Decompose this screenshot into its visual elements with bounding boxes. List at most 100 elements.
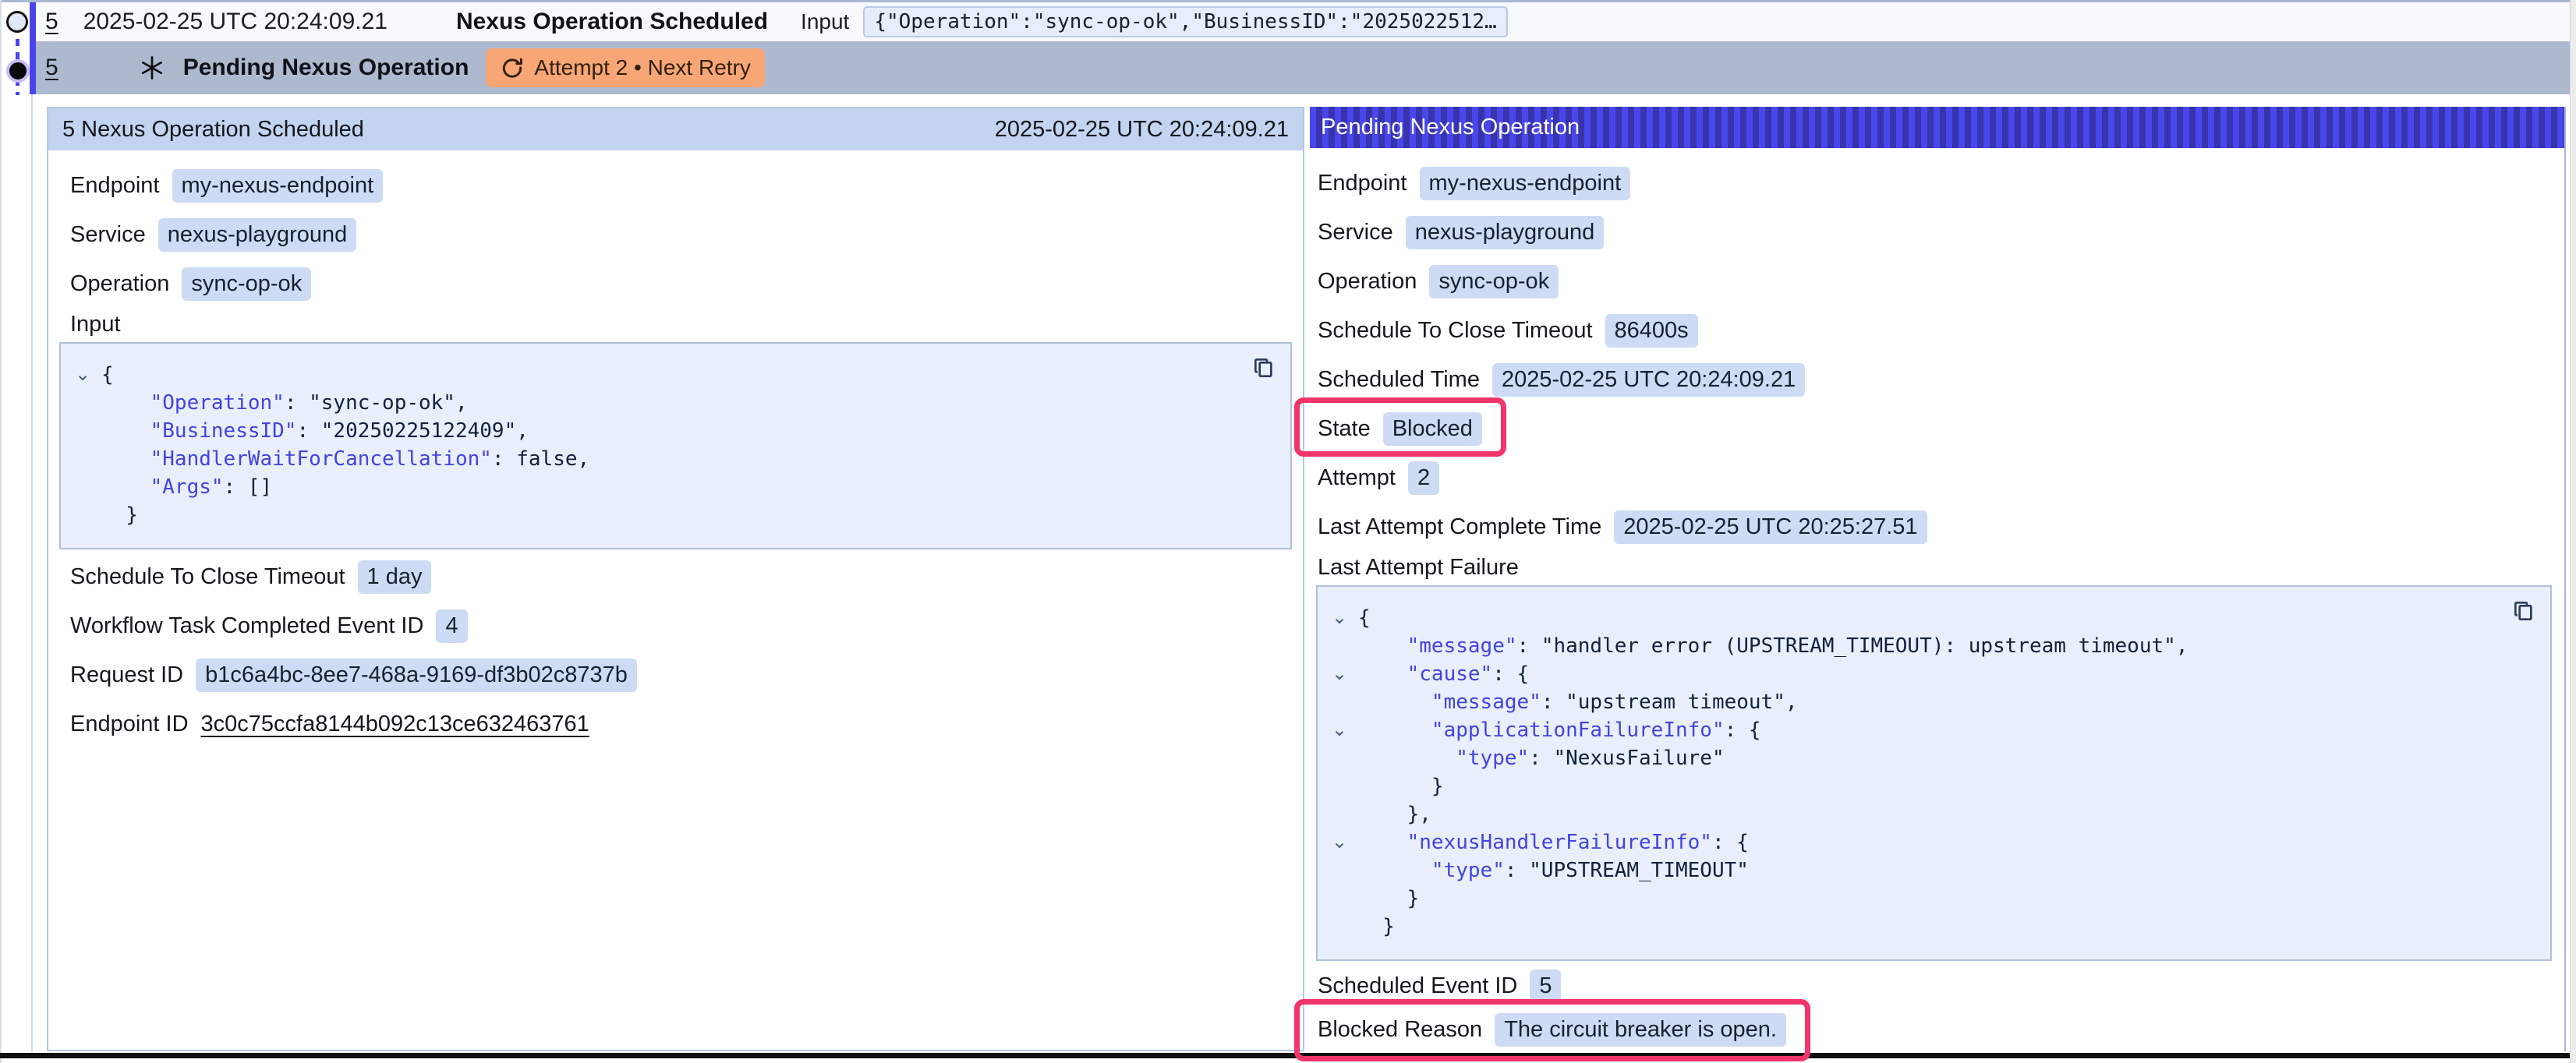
event-detail-panel-scheduled: 5 Nexus Operation Scheduled 2025-02-25 U… (47, 107, 1304, 1051)
field-row: Endpoint my-nexus-endpoint (48, 161, 1303, 210)
scheduled-panel-header: 5 Nexus Operation Scheduled 2025-02-25 U… (48, 108, 1303, 150)
json-line: "HandlerWaitForCancellation": false, (73, 445, 1244, 473)
input-json-viewer: ⌄{ "Operation": "sync-op-ok", "BusinessI… (59, 342, 1292, 549)
field-row: Operation sync-op-ok (48, 260, 1303, 309)
field-value-chip: The circuit breaker is open. (1495, 1013, 1786, 1047)
json-line: ⌄ "applicationFailureInfo": { (1330, 716, 2503, 744)
json-gutter-spacer (73, 417, 101, 445)
json-code-text: "cause": { (1358, 660, 1529, 688)
collapse-chevron-icon[interactable]: ⌄ (1330, 660, 1358, 688)
event-title: Nexus Operation Scheduled (456, 9, 768, 35)
json-gutter-spacer (1330, 772, 1358, 800)
json-line: } (1330, 913, 2503, 941)
json-line: } (1330, 885, 2503, 913)
json-line: "type": "NexusFailure" (1330, 744, 2503, 772)
copy-icon[interactable] (2510, 598, 2538, 626)
field-label: Schedule To Close Timeout (70, 564, 345, 590)
event-row-nexus-operation-scheduled[interactable]: 5 2025-02-25 UTC 20:24:09.21 Nexus Opera… (36, 2, 2570, 41)
json-line: "Operation": "sync-op-ok", (73, 389, 1244, 417)
field-value-chip: nexus-playground (158, 218, 357, 252)
field-value-chip: 86400s (1605, 314, 1698, 348)
field-value-chip: Blocked (1383, 412, 1482, 446)
field-label: Blocked Reason (1318, 1017, 1482, 1043)
field-row: Endpoint my-nexus-endpoint (1310, 159, 2566, 208)
scheduled-fields-bottom: Schedule To Close Timeout 1 day Workflow… (48, 553, 1303, 749)
json-gutter-spacer (73, 445, 101, 473)
field-value-chip: 5 (1530, 969, 1561, 1003)
copy-icon[interactable] (1250, 355, 1278, 383)
field-row: Request ID b1c6a4bc-8ee7-468a-9169-df3b0… (48, 651, 1303, 700)
json-code-text: } (1358, 913, 1395, 941)
json-code-text: "applicationFailureInfo": { (1358, 716, 1761, 744)
field-row: Service nexus-playground (1310, 208, 2566, 257)
json-line: ⌄{ (1330, 604, 2503, 632)
timeline-gutter-border (31, 94, 33, 1051)
json-line: ⌄ "nexusHandlerFailureInfo": { (1330, 828, 2503, 856)
event-id-link[interactable]: 5 (45, 9, 58, 35)
timeline-node-open-icon[interactable] (6, 11, 28, 33)
left-border (0, 0, 2, 1063)
json-code-text: "type": "UPSTREAM_TIMEOUT" (1358, 856, 1749, 885)
json-gutter-spacer (73, 501, 101, 529)
field-row: Operation sync-op-ok (1310, 257, 2566, 306)
json-line: "BusinessID": "20250225122409", (73, 417, 1244, 445)
retry-icon (500, 55, 525, 80)
input-section-label: Input (48, 309, 1303, 340)
collapse-chevron-icon[interactable]: ⌄ (73, 361, 101, 389)
json-code-text: "nexusHandlerFailureInfo": { (1358, 828, 1749, 856)
field-label: State (1318, 416, 1371, 442)
collapse-chevron-icon[interactable]: ⌄ (1330, 604, 1358, 632)
vertical-scrollbar[interactable] (2570, 0, 2576, 1063)
json-code-text: "Args": [] (101, 473, 272, 501)
pending-fields-bottom: Scheduled Event ID 5 Blocked Reason The … (1310, 964, 2566, 1051)
field-row: Schedule To Close Timeout 86400s (1310, 306, 2566, 355)
field-row: State Blocked (1310, 404, 2566, 454)
field-value-chip: my-nexus-endpoint (1420, 167, 1631, 200)
field-label: Endpoint (1318, 171, 1407, 196)
field-value-chip: 4 (436, 609, 467, 643)
json-gutter-spacer (73, 389, 101, 417)
scheduled-panel-title: 5 Nexus Operation Scheduled (62, 117, 364, 143)
field-label: Attempt (1318, 465, 1396, 491)
field-row: Endpoint ID 3c0c75ccfa8144b092c13ce63246… (48, 700, 1303, 749)
json-line: ⌄ "cause": { (1330, 660, 2503, 688)
field-label: Last Attempt Complete Time (1318, 514, 1601, 540)
json-code-text: } (1358, 885, 1419, 913)
field-row: Blocked Reason The circuit breaker is op… (1310, 1008, 2566, 1051)
json-code-text: }, (1358, 800, 1431, 828)
json-gutter-spacer (1330, 688, 1358, 716)
retry-badge-label: Attempt 2 • Next Retry (534, 55, 750, 80)
field-value-chip: 2 (1408, 461, 1439, 495)
json-code-text: } (1358, 772, 1444, 800)
event-input-label: Input (801, 9, 849, 34)
json-line: } (73, 501, 1244, 529)
field-row: Service nexus-playground (48, 210, 1303, 260)
field-value-link[interactable]: 3c0c75ccfa8144b092c13ce632463761 (201, 712, 589, 737)
timeline-node-filled-icon[interactable] (6, 59, 30, 83)
field-label: Scheduled Event ID (1318, 973, 1517, 999)
pending-fields-top: Endpoint my-nexus-endpoint Service nexus… (1310, 159, 2566, 552)
event-id-link[interactable]: 5 (45, 55, 58, 81)
json-code-text: "HandlerWaitForCancellation": false, (101, 445, 589, 473)
json-gutter-spacer (1330, 885, 1358, 913)
field-value-chip: sync-op-ok (1429, 265, 1559, 298)
field-label: Schedule To Close Timeout (1318, 318, 1593, 344)
field-row: Last Attempt Complete Time 2025-02-25 UT… (1310, 503, 2566, 552)
bottom-divider (0, 1053, 2570, 1058)
json-gutter-spacer (73, 473, 101, 501)
event-row-pending-nexus-operation[interactable]: 5 Pending Nexus Operation Attempt 2 • Ne… (36, 41, 2570, 94)
field-row: Schedule To Close Timeout 1 day (48, 553, 1303, 602)
selected-event-indicator-bar (30, 2, 36, 94)
pending-event-title: Pending Nexus Operation (183, 55, 469, 81)
collapse-chevron-icon[interactable]: ⌄ (1330, 716, 1358, 744)
json-code-text: "Operation": "sync-op-ok", (101, 389, 468, 417)
field-row: Scheduled Event ID 5 (1310, 964, 2566, 1008)
field-label: Request ID (70, 662, 183, 688)
pending-panel-header: Pending Nexus Operation (1310, 107, 2566, 148)
collapse-chevron-icon[interactable]: ⌄ (1330, 828, 1358, 856)
pending-operation-panel: Pending Nexus Operation Endpoint my-nexu… (1310, 107, 2566, 1051)
field-label: Operation (70, 271, 169, 297)
scheduled-panel-timestamp: 2025-02-25 UTC 20:24:09.21 (995, 117, 1289, 143)
pending-panel-title: Pending Nexus Operation (1321, 115, 1580, 140)
json-line: "message": "upstream timeout", (1330, 688, 2503, 716)
